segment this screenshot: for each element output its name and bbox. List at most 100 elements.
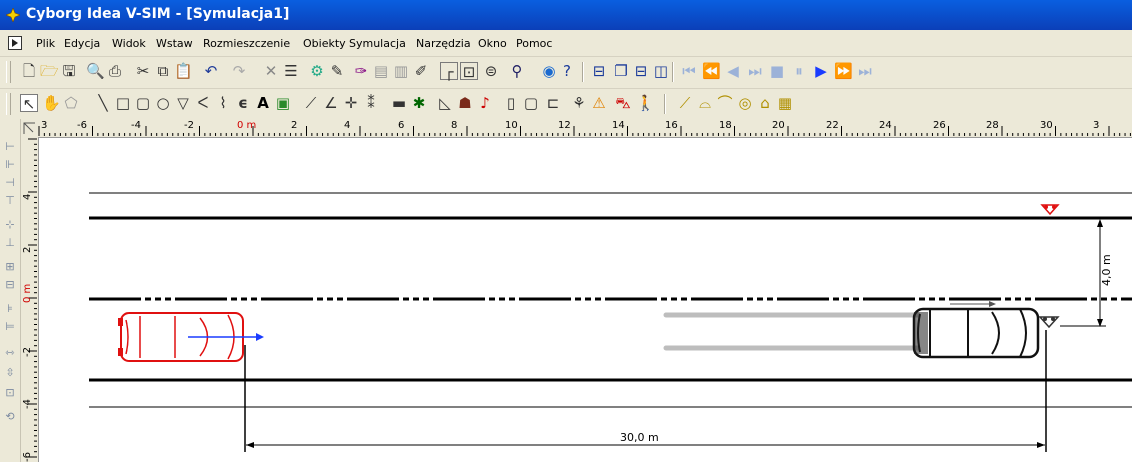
reference-marker-icon[interactable] — [1038, 316, 1060, 329]
align-right-icon[interactable]: ⊣ — [2, 175, 18, 191]
window-cascade-icon[interactable]: ❐ — [612, 62, 630, 80]
garage-icon[interactable]: ⌂ — [756, 94, 774, 112]
print-icon[interactable]: ⎙ — [106, 62, 124, 80]
same-width-icon[interactable]: ⇿ — [2, 345, 18, 361]
align-bottom-icon[interactable]: ⊥ — [2, 235, 18, 251]
window-columns-icon[interactable]: ◫ — [652, 62, 670, 80]
angle-icon[interactable]: ∠ — [322, 94, 340, 112]
same-height-icon[interactable]: ⇳ — [2, 365, 18, 381]
traffic-light-icon[interactable]: ♪ — [476, 94, 494, 112]
select-arrow-icon[interactable]: ↖ — [20, 94, 38, 113]
vertex-icon[interactable]: ⬠ — [62, 94, 80, 112]
person-icon[interactable]: ☗ — [456, 94, 474, 112]
save-icon[interactable]: 🖫 — [60, 62, 78, 80]
pedestrian-icon[interactable]: 🚶 — [636, 94, 655, 112]
menu-plik[interactable]: Plik — [36, 37, 55, 50]
rounded-rect-icon[interactable]: ▢ — [134, 94, 152, 112]
rectangle-icon[interactable]: □ — [114, 94, 132, 112]
measure-icon[interactable]: ⟋ — [676, 94, 694, 112]
slope-icon[interactable]: ◺ — [436, 94, 454, 112]
toolbar-grip[interactable] — [6, 61, 11, 83]
stack-icon[interactable]: ▥ — [392, 62, 410, 80]
undo-icon[interactable]: ↶ — [202, 62, 220, 80]
zoom-icon[interactable]: ⚲ — [508, 62, 526, 80]
image-icon[interactable]: ▣ — [274, 94, 292, 112]
window-tile-icon[interactable]: ⊟ — [632, 62, 650, 80]
fast-forward-icon[interactable]: ⏩ — [834, 62, 853, 80]
toolbar-grip[interactable] — [6, 93, 11, 115]
properties-icon[interactable]: ☰ — [282, 62, 300, 80]
tunnel-icon[interactable]: ⌒ — [716, 94, 734, 112]
database-icon[interactable]: ▤ — [372, 62, 390, 80]
dimension-icon[interactable]: ⟋ — [302, 94, 320, 112]
bridge-icon[interactable]: ⌓ — [696, 94, 714, 112]
edit-icon[interactable]: ✐ — [412, 62, 430, 80]
align-center-icon[interactable]: ⊩ — [2, 157, 18, 173]
road-layers-icon[interactable]: ⊜ — [482, 62, 500, 80]
fence-icon[interactable]: ▦ — [776, 94, 794, 112]
globe-icon[interactable]: ◉ — [540, 62, 558, 80]
distribute-horizontal-icon[interactable]: ⊞ — [2, 259, 18, 275]
scale-icon[interactable]: ⊏ — [544, 94, 562, 112]
menu-rozmieszczenie[interactable]: Rozmieszczenie — [203, 37, 290, 50]
distribute-vertical-icon[interactable]: ⊟ — [2, 277, 18, 293]
menu-pomoc[interactable]: Pomoc — [516, 37, 552, 50]
stop-icon[interactable]: ■ — [768, 62, 786, 80]
trajectory-icon[interactable]: ✑ — [352, 62, 370, 80]
warning-sign-icon[interactable]: ⚠ — [590, 94, 608, 112]
ruler-corner[interactable] — [21, 119, 38, 137]
cut-icon[interactable]: ✂ — [134, 62, 152, 80]
roundabout-icon[interactable]: ◎ — [736, 94, 754, 112]
box-icon[interactable]: ▢ — [522, 94, 540, 112]
space-horizontal-icon[interactable]: ⊧ — [2, 301, 18, 317]
motorcycle-icon[interactable]: ⚘ — [570, 94, 588, 112]
document-menu-icon[interactable] — [8, 36, 22, 50]
barrier-icon[interactable]: ▬ — [390, 94, 408, 112]
menu-symulacja[interactable]: Symulacja — [349, 37, 406, 50]
delete-icon[interactable]: ✕ — [262, 62, 280, 80]
menu-okno[interactable]: Okno — [478, 37, 507, 50]
post-icon[interactable]: ▯ — [502, 94, 520, 112]
skip-end-icon[interactable]: ⏭ — [856, 62, 874, 80]
rewind-icon[interactable]: ⏪ — [702, 62, 721, 80]
align-top-icon[interactable]: ⊤ — [2, 193, 18, 209]
menu-narzedzia[interactable]: Narzędzia — [416, 37, 471, 50]
menu-edycja[interactable]: Edycja — [64, 37, 100, 50]
new-icon[interactable]: 🗋 — [20, 62, 38, 80]
space-vertical-icon[interactable]: ⊨ — [2, 319, 18, 335]
print-preview-icon[interactable]: 🔍 — [86, 62, 105, 80]
copy-icon[interactable]: ⧉ — [154, 62, 172, 80]
step-back-icon[interactable]: ◀ — [724, 62, 742, 80]
road-shape-icon[interactable]: ┌ — [440, 62, 458, 81]
simulation-canvas[interactable]: 4,0 m 30,0 m — [39, 138, 1132, 462]
align-left-icon[interactable]: ⊢ — [2, 139, 18, 155]
menu-obiekty[interactable]: Obiekty — [303, 37, 346, 50]
line-icon[interactable]: ╲ — [94, 94, 112, 112]
help-icon[interactable]: ? — [558, 62, 576, 80]
align-middle-icon[interactable]: ⊹ — [2, 217, 18, 233]
tire-mark-icon[interactable]: ⁑ — [362, 94, 380, 112]
open-icon[interactable]: 🗁 — [40, 62, 59, 80]
ellipse-icon[interactable]: ○ — [154, 94, 172, 112]
play-icon[interactable]: ▶ — [812, 62, 830, 80]
vehicle-red[interactable] — [118, 312, 264, 362]
layout-icon[interactable]: ⊟ — [590, 62, 608, 80]
rotate-icon[interactable]: ⟲ — [2, 409, 18, 425]
hand-icon[interactable]: ✋ — [42, 94, 61, 112]
pause-icon[interactable]: ⏸ — [790, 62, 808, 80]
skip-start-icon[interactable]: ⏮ — [680, 62, 698, 80]
road-cross-icon[interactable]: ⊡ — [460, 62, 478, 81]
target-marker-icon[interactable] — [1040, 204, 1060, 216]
tree-icon[interactable]: ✱ — [410, 94, 428, 112]
menu-wstaw[interactable]: Wstaw — [156, 37, 193, 50]
polyline-icon[interactable]: ᐸ — [194, 94, 212, 112]
same-size-icon[interactable]: ⊡ — [2, 385, 18, 401]
crosshair-icon[interactable]: ✛ — [342, 94, 360, 112]
pen-icon[interactable]: ✎ — [328, 62, 346, 80]
polygon-icon[interactable]: ▽ — [174, 94, 192, 112]
curve-icon[interactable]: ⌇ — [214, 94, 232, 112]
vehicle-properties-icon[interactable]: ⚙ — [308, 62, 326, 80]
vertical-ruler[interactable]: 4 2 0 m -2 -4 -6 — [21, 137, 39, 462]
fast-back-icon[interactable]: ⏭ — [746, 62, 764, 80]
redo-icon[interactable]: ↷ — [230, 62, 248, 80]
